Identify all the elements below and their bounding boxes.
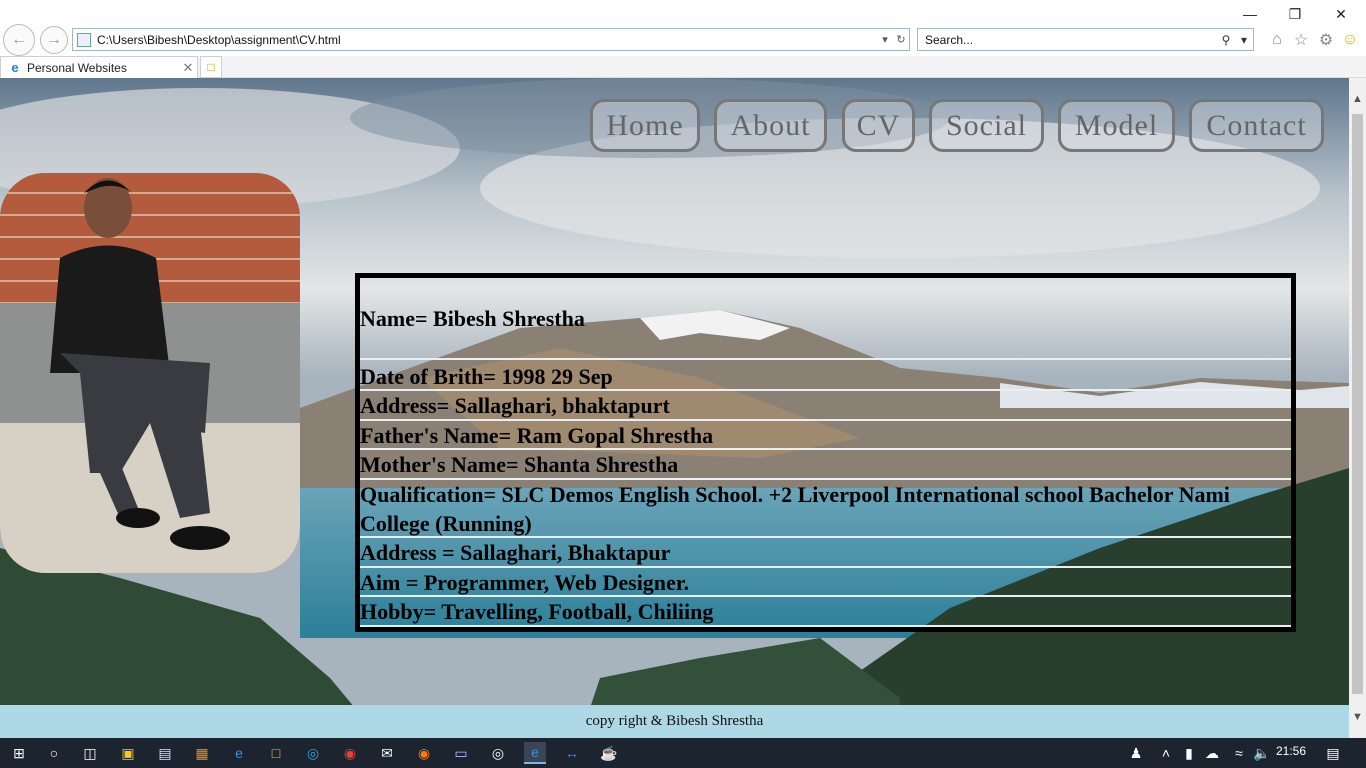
cv-row-address: Address= Sallaghari, bhaktapurt (360, 391, 1291, 421)
restore-icon[interactable]: ❐ (1280, 4, 1310, 24)
close-window-icon[interactable]: ✕ (1326, 4, 1356, 24)
nav-contact-button[interactable]: Contact (1189, 99, 1324, 152)
cv-row-aim: Aim = Programmer, Web Designer. (360, 568, 1291, 597)
file-explorer-icon[interactable]: □ (265, 742, 287, 764)
volume-icon[interactable]: 🔈 (1251, 742, 1273, 764)
camera-app-icon[interactable]: ◎ (302, 742, 324, 764)
onedrive-icon[interactable]: ☁ (1201, 742, 1223, 764)
profile-photo (0, 173, 300, 573)
firefox-icon[interactable]: ◉ (413, 742, 435, 764)
page-footer: copy right & Bibesh Shrestha (0, 705, 1349, 738)
battery-icon[interactable]: ▮ (1178, 742, 1200, 764)
notepad-icon[interactable]: ▤ (154, 742, 176, 764)
nav-about-button[interactable]: About (714, 99, 827, 152)
search-placeholder[interactable]: Search... (918, 33, 1217, 47)
java-icon[interactable]: ☕ (598, 742, 620, 764)
edge-icon[interactable]: e (228, 742, 250, 764)
windows-start-icon[interactable]: ⊞ (8, 742, 30, 764)
sublime-text-icon[interactable]: ▦ (191, 742, 213, 764)
ie-icon: e (11, 60, 19, 75)
cv-row-qualification: Qualification= SLC Demos English School.… (360, 480, 1291, 538)
home-icon[interactable]: ⌂ (1267, 30, 1287, 50)
cv-row-father: Father's Name= Ram Gopal Shrestha (360, 421, 1291, 450)
mail-icon[interactable]: ✉ (376, 742, 398, 764)
windows-taskbar: ⊞ ○ ◫ ▣ ▤ ▦ e □ ◎ ◉ ✉ ◉ ▭ ◎ e ↔ ☕ ♟ ˄ ▮ … (0, 738, 1366, 768)
scroll-down-icon[interactable]: ▼ (1349, 708, 1366, 725)
wifi-icon[interactable]: ≈ (1228, 742, 1250, 764)
notifications-icon[interactable]: ▤ (1322, 742, 1344, 764)
tab-strip: e Personal Websites ✕ □ (0, 56, 1366, 78)
browser-toolbar: — ❐ ✕ ← → C:\Users\Bibesh\Desktop\assign… (0, 0, 1366, 56)
vertical-scrollbar[interactable]: ▲ ▼ (1349, 78, 1366, 738)
page-file-icon (77, 32, 91, 47)
search-dropdown-icon[interactable]: ▾ (1235, 33, 1253, 47)
minimize-icon[interactable]: — (1235, 4, 1265, 24)
address-dropdown-icon[interactable]: ▾ (877, 33, 893, 46)
store-icon[interactable]: ▣ (117, 742, 139, 764)
tray-expand-icon[interactable]: ˄ (1155, 742, 1177, 764)
back-icon[interactable]: ← (3, 24, 35, 56)
media-icon[interactable]: ◎ (487, 742, 509, 764)
internet-explorer-icon[interactable]: e (524, 742, 546, 764)
cv-row-mother: Mother's Name= Shanta Shrestha (360, 450, 1291, 480)
teamviewer-icon[interactable]: ↔ (561, 742, 583, 764)
scroll-up-icon[interactable]: ▲ (1349, 90, 1366, 107)
nav-social-button[interactable]: Social (929, 99, 1044, 152)
address-bar[interactable]: C:\Users\Bibesh\Desktop\assignment\CV.ht… (72, 28, 910, 51)
address-text[interactable]: C:\Users\Bibesh\Desktop\assignment\CV.ht… (97, 33, 877, 47)
gear-icon[interactable]: ⚙ (1316, 30, 1336, 50)
smiley-feedback-icon[interactable]: ☺ (1340, 30, 1360, 50)
nav-cv-button[interactable]: CV (842, 99, 915, 152)
tab-label: Personal Websites (27, 60, 127, 75)
cv-row-dob: Date of Brith= 1998 29 Sep (360, 362, 1291, 391)
close-tab-icon[interactable]: ✕ (179, 60, 197, 76)
cv-row-address-2: Address = Sallaghari, Bhaktapur (360, 538, 1291, 568)
tab-personal-websites[interactable]: e Personal Websites ✕ (0, 56, 198, 78)
cortana-search-icon[interactable]: ○ (43, 742, 65, 764)
clock[interactable]: 21:56 (1276, 744, 1306, 758)
app-icon[interactable]: ▭ (450, 742, 472, 764)
search-input[interactable]: Search... ⚲ ▾ (917, 28, 1254, 51)
nav-home-button[interactable]: Home (590, 99, 700, 152)
scroll-thumb[interactable] (1352, 114, 1363, 694)
nav-model-button[interactable]: Model (1058, 99, 1175, 152)
favorites-star-icon[interactable]: ☆ (1291, 30, 1311, 50)
cv-row-hobby: Hobby= Travelling, Football, Chiliing (360, 597, 1291, 627)
people-icon[interactable]: ♟ (1125, 742, 1147, 764)
cv-row-name: Name= Bibesh Shrestha (360, 302, 1291, 360)
footer-text: copy right & Bibesh Shrestha (585, 713, 764, 729)
task-view-icon[interactable]: ◫ (79, 742, 101, 764)
page-viewport: Home About CV Social Model Contact Name=… (0, 78, 1349, 738)
search-icon[interactable]: ⚲ (1217, 33, 1235, 47)
refresh-icon[interactable]: ↻ (893, 33, 909, 46)
forward-icon[interactable]: → (40, 26, 68, 54)
chrome-icon[interactable]: ◉ (339, 742, 361, 764)
cv-info-table: Name= Bibesh Shrestha Date of Brith= 199… (355, 273, 1296, 632)
new-tab-icon[interactable]: □ (200, 56, 222, 78)
